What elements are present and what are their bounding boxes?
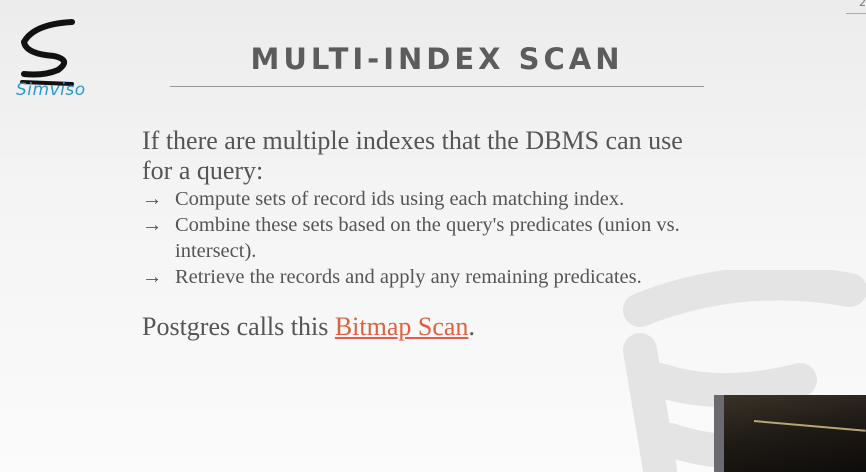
list-item: → Retrieve the records and apply any rema… (142, 264, 712, 290)
presenter-video-thumbnail (714, 395, 866, 472)
logo-text: Simviso (16, 80, 86, 100)
right-arrow-icon: → (142, 214, 163, 236)
page-number: 2 (859, 0, 866, 9)
bitmap-scan-link[interactable]: Bitmap Scan (335, 312, 469, 341)
video-wall (714, 395, 724, 472)
right-arrow-icon: → (142, 266, 163, 288)
right-arrow-icon: → (142, 188, 163, 210)
list-item: → Combine these sets based on the query's… (142, 212, 695, 264)
final-prefix: Postgres calls this (142, 312, 335, 341)
bullet-text: Compute sets of record ids using each ma… (175, 188, 625, 210)
bullet-text: Combine these sets based on the query's … (175, 214, 680, 262)
list-item: → Compute sets of record ids using each m… (142, 186, 712, 212)
title-divider (170, 86, 704, 87)
final-text: Postgres calls this Bitmap Scan. (142, 312, 712, 342)
intro-text: If there are multiple indexes that the D… (142, 126, 683, 185)
slide-title: MULTI-INDEX SCAN (250, 42, 624, 76)
video-light-streak (753, 420, 866, 432)
bullet-list: → Compute sets of record ids using each m… (142, 186, 712, 290)
final-suffix: . (468, 312, 475, 341)
page-number-rule (846, 13, 866, 14)
slide-body: If there are multiple indexes that the D… (142, 126, 712, 342)
bullet-text: Retrieve the records and apply any remai… (175, 266, 642, 288)
